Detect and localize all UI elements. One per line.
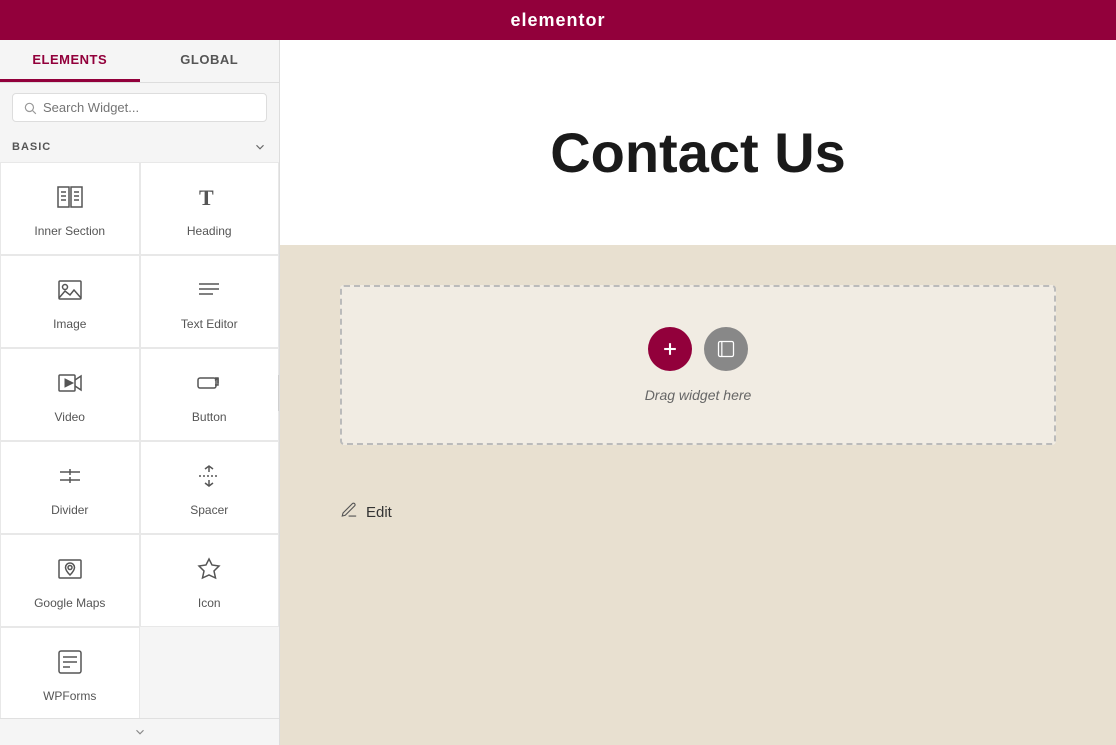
wpforms-icon xyxy=(56,648,84,681)
heading-icon: T xyxy=(195,183,223,216)
widget-text-editor[interactable]: Text Editor xyxy=(140,255,280,348)
drop-zone-label: Drag widget here xyxy=(645,387,752,403)
widget-heading-label: Heading xyxy=(187,224,232,238)
edit-bar: Edit xyxy=(280,485,1116,540)
widget-wpforms[interactable]: WPForms xyxy=(0,627,140,718)
google-maps-icon xyxy=(56,555,84,588)
elementor-logo: elementor xyxy=(510,10,605,31)
search-icon xyxy=(23,101,37,115)
widget-divider[interactable]: Divider xyxy=(0,441,140,534)
inner-section-icon xyxy=(56,183,84,216)
widget-spacer[interactable]: Spacer xyxy=(140,441,280,534)
widget-image[interactable]: Image xyxy=(0,255,140,348)
text-editor-icon xyxy=(195,276,223,309)
page-title: Contact Us xyxy=(360,100,1036,205)
header: elementor xyxy=(0,0,1116,40)
widget-button[interactable]: Button xyxy=(140,348,280,441)
widget-wpforms-label: WPForms xyxy=(43,689,96,703)
widget-button-label: Button xyxy=(192,410,227,424)
sidebar-tabs: ELEMENTS GLOBAL xyxy=(0,40,279,83)
tab-global[interactable]: GLOBAL xyxy=(140,40,280,82)
video-icon xyxy=(56,369,84,402)
drop-zone[interactable]: Drag widget here xyxy=(340,285,1056,445)
section-basic-label: BASIC xyxy=(0,132,279,162)
widget-icon-label: Icon xyxy=(198,596,221,610)
widgets-grid: Inner Section T Heading xyxy=(0,162,279,718)
page-header: Contact Us xyxy=(280,40,1116,245)
widget-google-maps-label: Google Maps xyxy=(34,596,105,610)
widget-divider-label: Divider xyxy=(51,503,88,517)
svg-text:T: T xyxy=(199,185,214,210)
image-icon xyxy=(56,276,84,309)
widget-icon[interactable]: Icon xyxy=(140,534,280,627)
widget-heading[interactable]: T Heading xyxy=(140,162,280,255)
button-icon xyxy=(195,369,223,402)
icon-widget-icon xyxy=(195,555,223,588)
search-container xyxy=(0,83,279,132)
spacer-icon xyxy=(195,462,223,495)
widget-video-label: Video xyxy=(55,410,85,424)
add-widget-button[interactable] xyxy=(648,327,692,371)
drop-zone-actions xyxy=(648,327,748,371)
tab-elements[interactable]: ELEMENTS xyxy=(0,40,140,82)
widget-text-editor-label: Text Editor xyxy=(181,317,238,331)
chevron-down-scroll-icon xyxy=(133,725,147,739)
widget-image-label: Image xyxy=(53,317,86,331)
widget-google-maps[interactable]: Google Maps xyxy=(0,534,140,627)
widget-inner-section-label: Inner Section xyxy=(34,224,105,238)
content-area: Contact Us xyxy=(280,40,1116,745)
edit-icon xyxy=(340,501,358,524)
divider-icon xyxy=(56,462,84,495)
search-input[interactable] xyxy=(43,100,256,115)
sidebar-scroll-down[interactable] xyxy=(0,718,279,745)
widget-inner-section[interactable]: Inner Section xyxy=(0,162,140,255)
chevron-down-icon xyxy=(253,140,267,154)
main-container: ELEMENTS GLOBAL BASIC xyxy=(0,40,1116,745)
drop-zone-container: Drag widget here xyxy=(280,245,1116,485)
sidebar: ELEMENTS GLOBAL BASIC xyxy=(0,40,280,745)
settings-button[interactable] xyxy=(704,327,748,371)
plus-icon xyxy=(660,339,680,359)
widget-video[interactable]: Video xyxy=(0,348,140,441)
edit-label[interactable]: Edit xyxy=(366,504,392,521)
widget-spacer-label: Spacer xyxy=(190,503,228,517)
settings-icon xyxy=(716,339,736,359)
search-wrapper xyxy=(12,93,267,122)
